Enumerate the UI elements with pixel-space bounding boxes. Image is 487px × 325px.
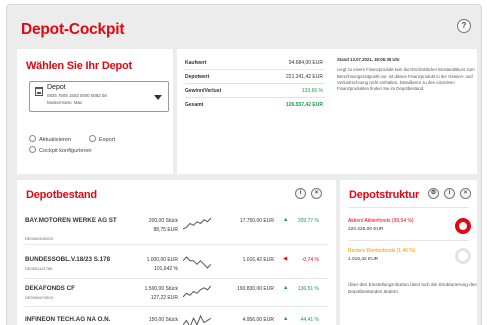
sparkline-path bbox=[183, 285, 211, 298]
row-divider bbox=[25, 306, 328, 307]
structure-settings-button[interactable]: ⚙ bbox=[428, 188, 439, 199]
divider bbox=[185, 97, 325, 98]
summary-info-text: Liegt zu einem Finanzprodukt kein durchs… bbox=[337, 67, 475, 92]
select-depot-title: Wählen Sie Ihr Depot bbox=[26, 60, 133, 72]
divider bbox=[185, 69, 325, 70]
holding-qty: 200,00 Stück bbox=[148, 218, 178, 224]
structure-ring-stocks bbox=[455, 218, 471, 234]
sparkline-path bbox=[183, 217, 211, 230]
structure-close-button[interactable]: × bbox=[460, 188, 471, 199]
structure-label-stocks[interactable]: Aktien/ Aktienfonds (99,54 %) bbox=[348, 218, 414, 224]
holding-pct: 136,51 % bbox=[297, 286, 319, 292]
holding-pct: -0,74 % bbox=[301, 257, 319, 263]
holdings-title: Depotbestand bbox=[26, 189, 97, 201]
row-divider bbox=[25, 278, 328, 279]
holding-sparkline bbox=[183, 285, 211, 298]
holding-sparkline bbox=[183, 256, 211, 269]
summary-label-depotwert: Depotwert bbox=[185, 74, 210, 80]
export-action[interactable]: Export bbox=[89, 135, 115, 143]
structure-panel: Depotstruktur ⚙ i × Aktien/ Aktienfonds … bbox=[340, 180, 477, 325]
trend-up-icon: ▲ bbox=[283, 316, 289, 322]
holding-price: 101,642 % bbox=[154, 266, 178, 272]
holding-isin: DE0001141786 bbox=[25, 266, 53, 271]
row-divider bbox=[348, 207, 469, 208]
refresh-label: Aktualisieren bbox=[39, 137, 72, 143]
holding-isin: DE0005190003 bbox=[25, 236, 53, 241]
summary-value-kaufwert: 94.684,00 EUR bbox=[288, 60, 323, 66]
summary-value-gesamt: 126.557,42 EUR bbox=[286, 102, 323, 108]
holding-sparkline bbox=[183, 217, 211, 230]
holding-name[interactable]: BAY.MOTOREN WERKE AG ST bbox=[25, 217, 117, 224]
trend-up-icon: ▲ bbox=[283, 285, 289, 291]
help-button[interactable]: ? bbox=[457, 19, 471, 33]
summary-label-gewinn: Gewinn/Verlust bbox=[185, 88, 222, 94]
holding-value: 17.750,00 EUR bbox=[239, 218, 274, 224]
export-label: Export bbox=[99, 137, 116, 143]
holding-value: 4.956,00 EUR bbox=[242, 317, 274, 323]
holding-qty: 1.500,00 Stück bbox=[144, 286, 178, 292]
structure-value-stocks: 220.225,00 EUR bbox=[348, 227, 384, 232]
configure-label: Cockpit konfigurieren bbox=[39, 148, 92, 154]
depot-icon bbox=[35, 87, 43, 96]
summary-value-gewinn: 133,66 % bbox=[301, 88, 323, 94]
refresh-action[interactable]: Aktualisieren bbox=[29, 135, 71, 143]
holding-price: 88,75 EUR bbox=[153, 227, 178, 233]
structure-title: Depotstruktur bbox=[349, 189, 420, 201]
structure-footer: Über den Einstellungs-Button lässt sich … bbox=[348, 282, 477, 294]
holdings-info-button[interactable]: i bbox=[295, 188, 306, 199]
structure-ring-bonds bbox=[455, 248, 471, 264]
holding-sparkline bbox=[183, 314, 211, 325]
holding-name[interactable]: BUNDESSOBL.V.18/23 S.178 bbox=[25, 256, 110, 263]
summary-timestamp: Stand 13.07.2021, 18:06:35 Uhr bbox=[337, 57, 400, 62]
gear-icon: ⚙ bbox=[430, 190, 437, 196]
select-depot-panel: Wählen Sie Ihr Depot Depot 0835 7505 150… bbox=[17, 49, 173, 174]
holding-value: 190.830,00 EUR bbox=[237, 286, 274, 292]
holding-qty: 1.000,00 EUR bbox=[146, 257, 178, 263]
depot-cockpit-window: Depot-Cockpit ? Wählen Sie Ihr Depot Dep… bbox=[6, 4, 482, 325]
depot-iban: 0835 7505 1503 0000 5082 08 bbox=[47, 93, 107, 98]
page-title: Depot-Cockpit bbox=[21, 21, 125, 38]
holdings-close-button[interactable]: × bbox=[311, 188, 322, 199]
sparkline-path bbox=[183, 314, 211, 325]
holding-pct: 209,77 % bbox=[297, 218, 319, 224]
sparkline-path bbox=[183, 256, 211, 269]
structure-value-bonds: 1.016,42 EUR bbox=[348, 257, 379, 262]
trend-down-icon: ◀ bbox=[283, 256, 288, 262]
row-divider bbox=[348, 240, 469, 241]
summary-label-kaufwert: Kaufwert bbox=[185, 60, 207, 66]
holding-price: 127,22 EUR bbox=[150, 295, 178, 301]
summary-value-depotwert: 221.241,42 EUR bbox=[286, 74, 323, 80]
refresh-icon bbox=[29, 135, 36, 142]
configure-cockpit-action[interactable]: Cockpit konfigurieren bbox=[29, 146, 92, 154]
holdings-panel: Depotbestand i × BAY.MOTOREN WERKE AG ST… bbox=[17, 180, 336, 325]
holding-value: 1.016,42 EUR bbox=[242, 257, 274, 263]
summary-label-gesamt: Gesamt bbox=[185, 102, 204, 108]
structure-info-button[interactable]: i bbox=[444, 188, 455, 199]
holding-isin: DE0008474503 bbox=[25, 295, 53, 300]
trend-up-icon: ▲ bbox=[283, 217, 289, 223]
summary-panel: Kaufwert 94.684,00 EUR Depotwert 221.241… bbox=[177, 49, 477, 174]
export-icon bbox=[89, 135, 96, 142]
holding-pct: 44,41 % bbox=[300, 317, 319, 323]
row-divider bbox=[25, 244, 328, 245]
depot-owner: Mustermann, Max bbox=[47, 100, 83, 105]
holding-name[interactable]: DEKAFONDS CF bbox=[25, 285, 75, 292]
summary-info: Stand 13.07.2021, 18:06:35 Uhr Liegt zu … bbox=[337, 57, 477, 92]
divider bbox=[185, 83, 325, 84]
settings-icon bbox=[29, 146, 36, 153]
structure-label-bonds[interactable]: Renten/ Rentenfonds (1,46 %) bbox=[348, 248, 416, 254]
depot-name: Depot bbox=[47, 84, 66, 91]
chevron-down-icon[interactable] bbox=[154, 95, 162, 100]
holding-name[interactable]: INFINEON TECH.AG NA O.N. bbox=[25, 316, 110, 323]
depot-select[interactable]: Depot 0835 7505 1503 0000 5082 08 Muster… bbox=[29, 81, 169, 112]
holding-qty: 150,00 Stück bbox=[148, 317, 178, 323]
